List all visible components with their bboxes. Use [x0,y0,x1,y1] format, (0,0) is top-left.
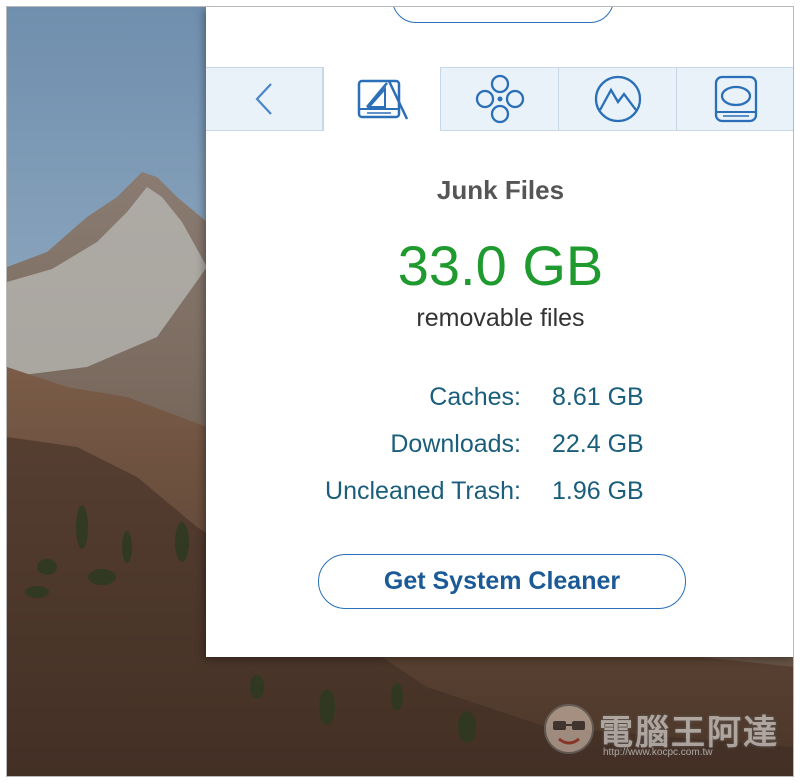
mascot-logo-icon [544,704,594,754]
disk-sweep-icon [357,79,409,120]
chevron-left-icon [255,83,272,115]
stat-row-caches: Caches: 8.61 GB [206,383,793,430]
top-action-button[interactable] [392,7,614,23]
tab-apps[interactable] [441,68,559,130]
watermark-url: http://www.kocpc.com.tw [603,747,713,758]
junk-files-panel: Junk Files 33.0 GB removable files Cache… [206,7,793,657]
stat-label: Uncleaned Trash: [325,477,521,505]
stat-row-trash: Uncleaned Trash: 1.96 GB [206,477,793,524]
hard-drive-icon [714,75,757,123]
stat-value: 8.61 GB [552,383,644,411]
stat-value: 1.96 GB [552,477,644,505]
stat-label: Caches: [429,383,521,411]
watermark: 電腦王阿達 http://www.kocpc.com.tw [537,697,787,767]
tab-photos[interactable] [559,68,677,130]
get-system-cleaner-button[interactable]: Get System Cleaner [318,554,686,609]
tab-storage[interactable] [677,68,793,130]
total-size: 33.0 GB [397,234,604,297]
stat-value: 22.4 GB [552,430,644,458]
panel-subtitle: removable files [416,304,585,332]
mountain-icon [594,75,641,123]
tab-back[interactable] [206,68,323,130]
panel-title: Junk Files [436,175,565,205]
tab-junk-files[interactable] [323,67,441,131]
flower-circles-icon [475,74,524,124]
tab-bar [206,67,793,131]
screenshot-frame: Junk Files 33.0 GB removable files Cache… [6,6,794,777]
stats-list: Caches: 8.61 GB Downloads: 22.4 GB Uncle… [206,383,793,524]
stat-label: Downloads: [390,430,521,458]
stat-row-downloads: Downloads: 22.4 GB [206,430,793,477]
